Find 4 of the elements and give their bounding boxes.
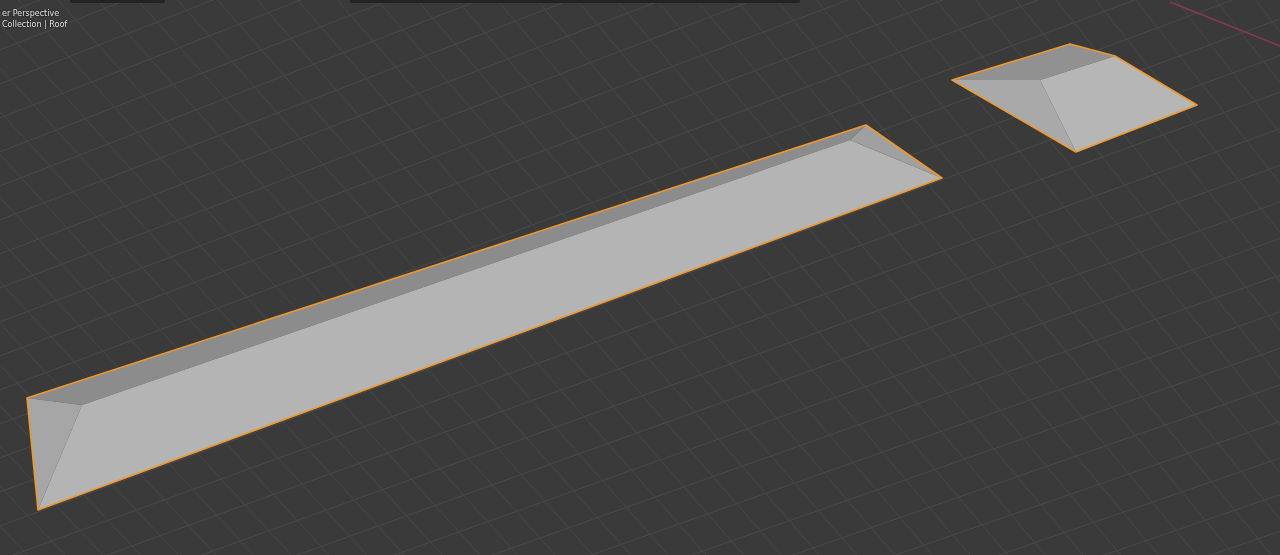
roof-object-drawing[interactable] (26, 124, 943, 511)
viewport-info-text: er Perspective (1, 9, 61, 19)
roof-object-drawing[interactable] (951, 43, 1198, 153)
viewport-info-text: Collection | Roof (1, 20, 68, 30)
